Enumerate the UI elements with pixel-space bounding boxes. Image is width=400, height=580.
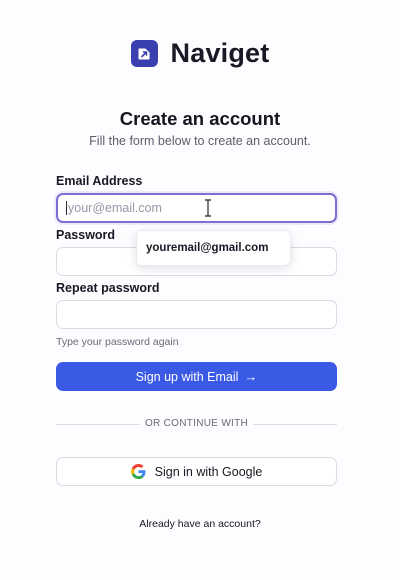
text-caret xyxy=(66,201,67,215)
page-title: Create an account xyxy=(119,108,281,129)
password-label: Password xyxy=(56,228,116,242)
or-divider: OR CONTINUE WITH xyxy=(56,418,337,430)
repeat-password-field[interactable] xyxy=(56,300,337,329)
email-field[interactable] xyxy=(56,193,337,223)
sign-up-with-email-button[interactable]: Sign up with Email → xyxy=(56,362,337,391)
email-autocomplete-suggestion[interactable]: youremail@gmail.com xyxy=(136,230,291,266)
google-button-label: Sign in with Google xyxy=(154,464,263,479)
login-prompt-link[interactable]: Already have an account? xyxy=(0,518,400,530)
divider-line-right xyxy=(253,424,337,425)
naviget-logo-icon xyxy=(130,40,158,67)
arrow-right-icon: → xyxy=(244,369,258,384)
brand-header: Naviget xyxy=(0,38,400,69)
google-icon xyxy=(130,464,146,479)
email-label: Email Address xyxy=(56,174,143,188)
signup-page: Naviget Create an account Fill the form … xyxy=(0,0,400,580)
sign-in-with-google-button[interactable]: Sign in with Google xyxy=(56,457,337,486)
repeat-password-hint: Type your password again xyxy=(56,336,179,348)
repeat-password-label: Repeat password xyxy=(56,281,160,295)
brand-name: Naviget xyxy=(170,38,270,68)
ibeam-cursor-icon xyxy=(205,199,211,217)
sign-up-button-label: Sign up with Email xyxy=(135,369,239,384)
page-subtitle: Fill the form below to create an account… xyxy=(89,134,311,148)
